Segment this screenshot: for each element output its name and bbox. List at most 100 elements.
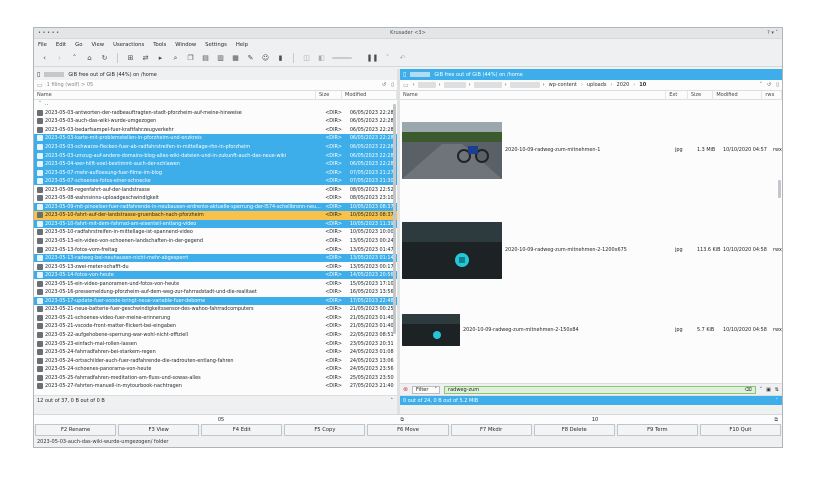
table-row[interactable]: 2023-05-14-fotos-von-heute <DIR> 14/05/202… <box>34 270 397 280</box>
column-size[interactable]: Size <box>688 90 714 100</box>
table-row[interactable]: 2023-05-13-ein-video-von-schoenen-landsc… <box>34 237 397 246</box>
right-file-list[interactable]: 2020-10-09-radweg-zum-mitnehmen-1 jpg 1.… <box>400 100 782 383</box>
chevron-up-icon[interactable]: ˄ <box>776 398 779 404</box>
menu-view[interactable]: View <box>92 42 105 48</box>
table-row[interactable]: 2023-05-03-umzug-auf-andere-domains-blog… <box>34 151 397 160</box>
f2-rename-button[interactable]: F2 Rename <box>35 424 117 436</box>
pause-icon[interactable]: ❚❚ <box>367 54 379 63</box>
f6-move-button[interactable]: F6 Move <box>367 424 449 436</box>
copy-path-icon[interactable]: ⧉ <box>774 417 778 423</box>
table-row[interactable]: 2023-05-13-zwei-meter-schafft-du <DIR> 13/… <box>34 262 397 271</box>
bookmark-icon[interactable]: ▯ <box>391 82 394 88</box>
user-icon[interactable]: ☺ <box>261 54 270 63</box>
column-ext[interactable]: Ext <box>666 90 688 100</box>
table-row[interactable]: 2023-05-07-schoenes-fotos-einer-schnecke… <box>34 176 397 186</box>
clear-icon[interactable]: ⌫ <box>744 387 751 393</box>
table-row[interactable]: 2023-05-21-neue-batterie-fuer-geschwindi… <box>34 305 397 314</box>
column-name[interactable]: Name <box>34 90 316 100</box>
table-row[interactable]: 2023-05-21-vscode-front-matter-flickert-… <box>34 322 397 331</box>
menu-tools[interactable]: Tools <box>153 42 166 48</box>
search-icon[interactable]: ⌕ <box>171 54 180 63</box>
menu-useractions[interactable]: Useractions <box>113 42 144 48</box>
history-icon[interactable]: ↺ <box>382 82 386 88</box>
menu-help[interactable]: Help <box>236 42 248 48</box>
refresh-icon[interactable]: ↻ <box>100 54 109 63</box>
table-row[interactable]: 2023-05-24-ortsschilder-auch-fuer-radfah… <box>34 356 397 365</box>
table-row[interactable]: 2023-05-03-auch-das-wiki-wurde-umgezogen… <box>34 117 397 126</box>
table-row[interactable]: 2023-05-24-schoenes-panorama-von-heute <D… <box>34 365 397 374</box>
table-row[interactable]: 2023-05-09-mit-pinoelser-fuer-radfahrend… <box>34 202 397 212</box>
table-row[interactable]: 2023-05-03-bedarfsampel-fuer-kraftfahrze… <box>34 126 397 135</box>
trash-icon[interactable]: ▮ <box>276 54 285 63</box>
table-row[interactable]: 2023-05-03-schwarze-flecken-fuer-ab-radf… <box>34 142 397 152</box>
terminal-icon[interactable]: ▸ <box>156 54 165 63</box>
f3-view-button[interactable]: F3 View <box>118 424 200 436</box>
list-item[interactable]: 2020-10-09-radweg-zum-mitnehmen-1 jpg 1.… <box>400 100 782 200</box>
table-row[interactable]: 2023-05-13-fotos-vom-freitag <DIR> 13/05/2… <box>34 245 397 254</box>
menu-edit[interactable]: Edit <box>56 42 66 48</box>
arrow-up-icon[interactable]: ˄ <box>70 54 79 63</box>
right-scrollbar[interactable] <box>778 180 781 198</box>
table-row[interactable]: 2023-05-15-ein-video-panoramen-und-fotos… <box>34 279 397 288</box>
diff-icon[interactable]: ▥ <box>216 54 225 63</box>
filter-mode-select[interactable]: Filter ˅ <box>412 385 441 394</box>
table-row[interactable]: 2023-05-10-radfahrstreifen-in-mittellage… <box>34 228 397 237</box>
table-row[interactable]: 2023-05-08-wahnsinns-uploadgeschwindigke… <box>34 194 397 203</box>
chevron-down-icon[interactable]: ˅ <box>760 387 763 393</box>
table-row[interactable]: 2023-05-17-update-fuer-voode-bringt-neue… <box>34 296 397 306</box>
bookmark-icon[interactable]: ▯ <box>776 82 779 88</box>
column-modified[interactable]: Modified <box>342 90 397 100</box>
column-name[interactable]: Name <box>400 90 667 100</box>
table-row[interactable]: 2023-05-03-karte-mit-problemstellen-in-p… <box>34 134 397 143</box>
breadcrumb-uploads[interactable]: uploads <box>587 82 607 88</box>
filter-input[interactable]: radweg-zum ⌫ <box>444 385 756 394</box>
menu-window[interactable]: Window <box>175 42 196 48</box>
right-breadcrumb[interactable]: ▭ › › › › › wp-content › uploads › 2020 › 10 ˅ … <box>400 80 782 91</box>
left-file-list[interactable]: ˄ .. 2023-05-03-antworten-der-radbeauftr… <box>34 100 397 395</box>
right-command-label[interactable]: 10 ⧉ <box>408 415 782 424</box>
combine-icon[interactable]: ◧ <box>317 54 326 63</box>
f10-quit-button[interactable]: F10 Quit <box>699 424 781 436</box>
table-row[interactable]: 2023-05-27-fahrten-manuell-in-mytourbook… <box>34 382 397 391</box>
arrow-left-icon[interactable]: ‹ <box>40 54 49 63</box>
table-row[interactable]: 2023-05-08-regenfahrt-auf-der-landstrass… <box>34 185 397 194</box>
menu-settings[interactable]: Settings <box>205 42 227 48</box>
breadcrumb-10[interactable]: 10 <box>639 82 646 88</box>
list-item[interactable]: 2020-10-09-radweg-zum-mitnehmen-2-150x84… <box>400 300 782 360</box>
zoom-slider[interactable] <box>332 57 352 59</box>
drive-icon[interactable]: ▯ <box>37 71 40 78</box>
table-row[interactable]: 2023-05-23-einfach-mal-rollen-lassen <DIR… <box>34 339 397 348</box>
table-row[interactable]: 2023-05-16-pressemeldung-pforzheim-auf-d… <box>34 288 397 297</box>
table-row[interactable]: 2023-05-10-fahrt-mit-dem-fahrrad-am-eise… <box>34 219 397 229</box>
window-menu-controls[interactable]: • • • • • <box>38 30 59 36</box>
settings-icon[interactable]: ⇅ <box>775 387 779 393</box>
column-modified[interactable]: Modified <box>713 90 763 100</box>
close-icon[interactable]: ⊗ <box>403 386 408 393</box>
edit-icon[interactable]: ✎ <box>246 54 255 63</box>
save-icon[interactable]: ▣ <box>766 387 771 393</box>
chevron-down-icon[interactable]: ˅ <box>760 82 763 88</box>
table-row[interactable]: 2023-05-21-schoenes-video-fuer-meine-eri… <box>34 314 397 323</box>
parent-dir-row[interactable]: ˄ .. <box>34 100 397 109</box>
table-row[interactable]: 2023-05-04-wer-hilft-voel-bestimmt-auch-… <box>34 159 397 169</box>
f7-mkdir-button[interactable]: F7 Mkdir <box>450 424 532 436</box>
menu-file[interactable]: File <box>38 42 47 48</box>
table-row[interactable]: 2023-05-07-mehr-aufloesung-fuer-filme-im… <box>34 168 397 177</box>
left-command-label[interactable]: 05 ⧉ <box>34 415 408 424</box>
undo-icon[interactable]: ↶ <box>398 54 407 63</box>
list-item[interactable]: 2020-10-09-radweg-zum-mitnehmen-2-1200x6… <box>400 200 782 300</box>
copy-icon[interactable]: ❐ <box>186 54 195 63</box>
f5-copy-button[interactable]: F5 Copy <box>284 424 366 436</box>
chevron-down-icon[interactable]: ˅ <box>383 54 392 63</box>
drive-icon[interactable]: ▯ <box>403 71 406 78</box>
f8-delete-button[interactable]: F8 Delete <box>533 424 615 436</box>
column-size[interactable]: Size <box>316 90 342 100</box>
breadcrumb-2020[interactable]: 2020 <box>617 82 630 88</box>
table-row[interactable]: 2023-05-24-fahrradfahren-bei-starkem-reg… <box>34 348 397 357</box>
table-row[interactable]: 2023-05-13-radweg-bei-neuhausen-nicht-me… <box>34 253 397 263</box>
compare-icon[interactable]: ⊞ <box>126 54 135 63</box>
multirename-icon[interactable]: ▤ <box>201 54 210 63</box>
home-icon[interactable]: ⌂ <box>85 54 94 63</box>
table-row[interactable]: 2023-05-25-fahrradfahren-meditation-am-f… <box>34 374 397 383</box>
table-row[interactable]: 2023-05-03-antworten-der-radbeauftragten… <box>34 109 397 118</box>
